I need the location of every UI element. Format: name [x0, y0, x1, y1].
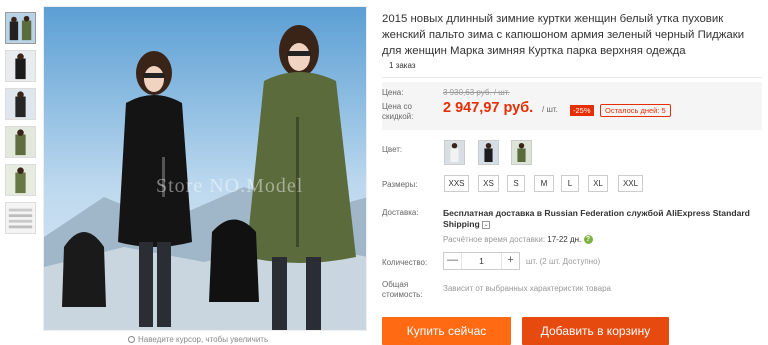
- delivery-time: Расчётное время доставки: 17-22 дн. ?: [443, 235, 593, 245]
- total-label-line2: стоимость:: [382, 290, 423, 299]
- product-photo-2-icon: [6, 51, 35, 81]
- price-box: Цена: 3 930,63 руб. / шт. Цена со скидко…: [382, 82, 762, 130]
- total-label-line1: Общая: [382, 280, 409, 289]
- color-option-black[interactable]: [478, 140, 499, 165]
- discount-price-label: Цена со скидкой:: [382, 102, 414, 121]
- zoom-hint: Наведите курсор, чтобы увеличить: [128, 335, 268, 344]
- thumbnail-5[interactable]: [5, 164, 36, 196]
- product-photo-6-icon: [6, 203, 35, 233]
- discount-badge: -25%: [570, 105, 594, 116]
- thumbnail-4[interactable]: [5, 126, 36, 158]
- coat-green-icon: [512, 141, 531, 164]
- delivery-time-label: Расчётное время доставки:: [443, 235, 546, 244]
- quantity-input[interactable]: 1: [462, 253, 501, 269]
- product-photo-3-icon: [6, 89, 35, 119]
- size-label: Размеры:: [382, 180, 418, 189]
- color-option-white[interactable]: [444, 140, 465, 165]
- price-unit: / шт.: [542, 105, 558, 114]
- product-photo-4-icon: [6, 127, 35, 157]
- size-option-xxl[interactable]: XXL: [618, 175, 643, 192]
- shipping-label: Доставка:: [382, 208, 419, 217]
- total-price-note: Зависит от выбранных характеристик товар…: [443, 284, 611, 293]
- size-option-m[interactable]: M: [534, 175, 554, 192]
- coat-black-icon: [479, 141, 498, 164]
- product-photo-5-icon: [6, 165, 35, 195]
- shipping-method[interactable]: Бесплатная доставка в Russian Federation…: [443, 208, 761, 230]
- buy-now-button[interactable]: Купить сейчас: [382, 317, 511, 345]
- price-label: Цена:: [382, 88, 404, 97]
- color-option-green[interactable]: [511, 140, 532, 165]
- order-count[interactable]: 1 заказ: [389, 61, 416, 70]
- thumbnail-list: [5, 12, 37, 240]
- image-watermark: Store NO.Model: [156, 175, 304, 197]
- thumbnail-2[interactable]: [5, 50, 36, 82]
- size-option-xs[interactable]: XS: [478, 175, 499, 192]
- delivery-time-value: 17-22 дн.: [547, 235, 582, 244]
- quantity-increase-button[interactable]: +: [501, 253, 519, 269]
- main-product-image[interactable]: Store NO.Model: [43, 6, 367, 331]
- quantity-available: шт. (2 шт. Доступно): [526, 257, 601, 266]
- old-price: 3 930,63 руб. / шт.: [443, 88, 510, 97]
- help-icon[interactable]: ?: [583, 235, 593, 245]
- product-photo-1-icon: [6, 13, 35, 43]
- thumbnail-1[interactable]: [5, 12, 36, 44]
- coat-white-icon: [445, 141, 464, 164]
- size-option-l[interactable]: L: [561, 175, 579, 192]
- total-label: Общая стоимость:: [382, 280, 423, 300]
- magnifier-icon: [128, 336, 135, 343]
- color-label: Цвет:: [382, 145, 403, 154]
- size-option-xl[interactable]: XL: [588, 175, 608, 192]
- quantity-stepper: — 1 +: [443, 252, 520, 270]
- quantity-label: Количество:: [382, 258, 428, 267]
- add-to-cart-button[interactable]: Добавить в корзину: [522, 317, 669, 345]
- days-left-badge: Осталось дней: 5: [600, 104, 671, 117]
- size-option-xxs[interactable]: XXS: [444, 175, 469, 192]
- quantity-decrease-button[interactable]: —: [444, 253, 462, 269]
- size-option-s[interactable]: S: [507, 175, 525, 192]
- thumbnail-6[interactable]: [5, 202, 36, 234]
- chevron-down-icon[interactable]: ⌄: [482, 220, 491, 229]
- divider: [382, 77, 762, 78]
- thumbnail-3[interactable]: [5, 88, 36, 120]
- zoom-hint-text: Наведите курсор, чтобы увеличить: [138, 335, 269, 344]
- discount-price: 2 947,97 руб.: [443, 100, 534, 116]
- product-photo-main-icon: [44, 7, 366, 330]
- product-title: 2015 новых длинный зимние куртки женщин …: [382, 13, 745, 57]
